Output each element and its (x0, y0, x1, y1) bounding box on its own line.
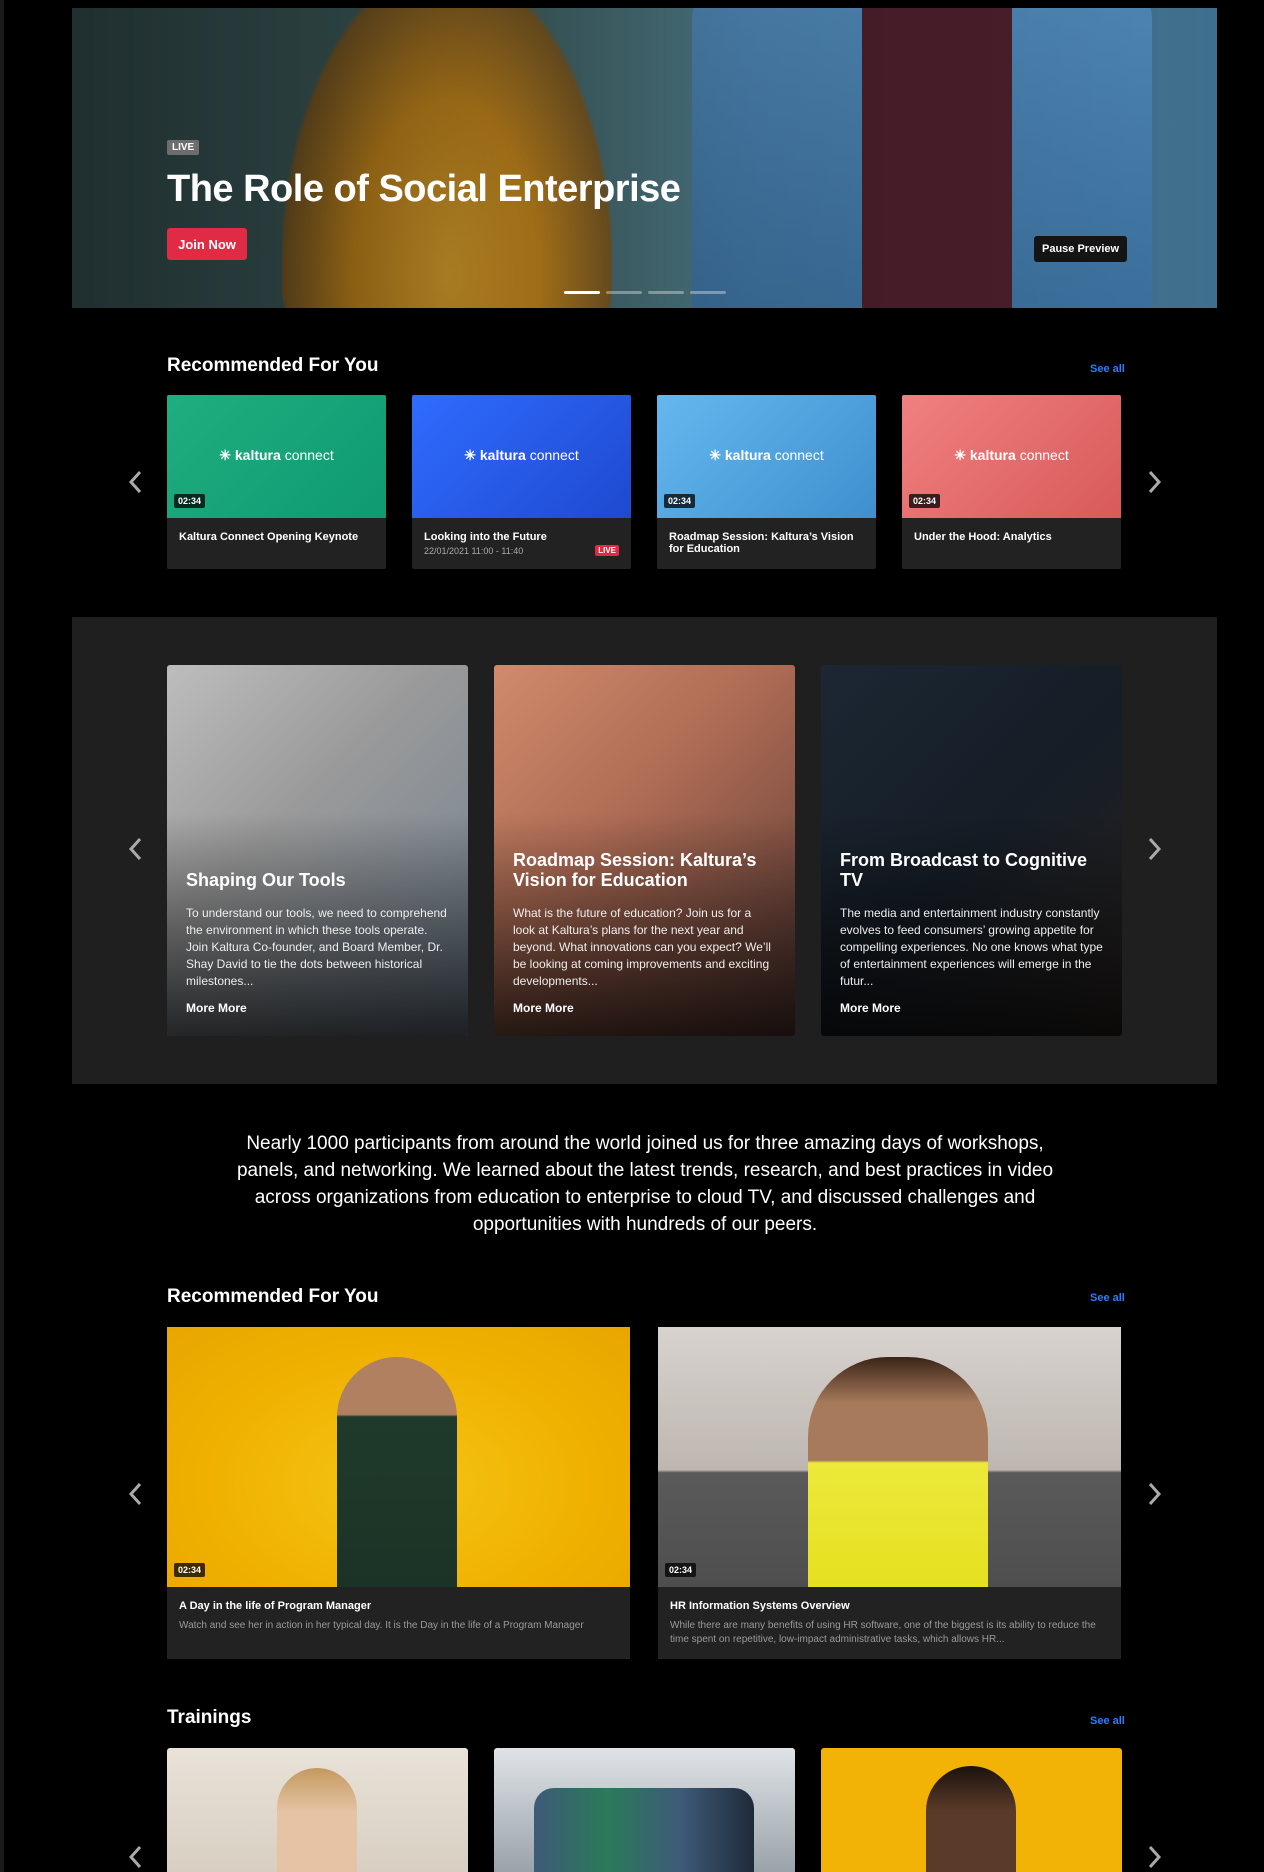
video-title: Roadmap Session: Kaltura’s Vision for Ed… (669, 531, 854, 555)
duration-badge: 02:34 (909, 494, 941, 508)
event-summary-text: Nearly 1000 participants from around the… (236, 1133, 1054, 1235)
chevron-left-icon (128, 470, 142, 494)
featured-prev-button[interactable] (122, 835, 150, 863)
training-card[interactable] (821, 1748, 1122, 1872)
section-title-recommended: Recommended For You (167, 355, 379, 376)
video-card[interactable]: ✳ kaltura connect 02:34 Under the Hood: … (902, 395, 1121, 569)
featured-title: Roadmap Session: Kaltura’s Vision for Ed… (513, 850, 757, 890)
duration-badge: 02:34 (174, 494, 206, 508)
more-link[interactable]: More More (840, 1001, 901, 1015)
featured-title: Shaping Our Tools (186, 870, 346, 890)
kaltura-connect-logo: ✳ kaltura connect (709, 447, 824, 463)
chevron-left-icon (128, 1482, 142, 1506)
see-all-link[interactable]: See all (1090, 1292, 1125, 1304)
event-date: 22/01/2021 11:00 - 11:40 (424, 546, 524, 556)
page-edge (0, 0, 4, 1872)
featured-next-button[interactable] (1140, 835, 1168, 863)
carousel-next-button[interactable] (1140, 1843, 1168, 1871)
featured-description: What is the future of education? Join us… (513, 906, 771, 988)
carousel-prev-button[interactable] (122, 1843, 150, 1871)
video-thumbnail (658, 1327, 1121, 1587)
training-thumbnail (277, 1768, 357, 1872)
more-link[interactable]: More More (513, 1001, 574, 1015)
featured-card[interactable]: Shaping Our Tools To understand our tool… (167, 665, 468, 1036)
see-all-link[interactable]: See all (1090, 363, 1125, 375)
featured-card[interactable]: Roadmap Session: Kaltura’s Vision for Ed… (494, 665, 795, 1036)
video-card[interactable]: 02:34 A Day in the life of Program Manag… (167, 1327, 630, 1659)
hero-dot[interactable] (564, 291, 600, 294)
carousel-next-button[interactable] (1140, 468, 1168, 496)
video-card[interactable]: ✳ kaltura connect 02:34 Kaltura Connect … (167, 395, 386, 569)
training-thumbnail (534, 1788, 754, 1872)
see-all-link[interactable]: See all (1090, 1715, 1125, 1727)
carousel-next-button[interactable] (1140, 1480, 1168, 1508)
hero-dot[interactable] (690, 291, 726, 294)
live-badge: LIVE (167, 140, 200, 155)
training-thumbnail (926, 1766, 1016, 1872)
featured-description: The media and entertainment industry con… (840, 906, 1103, 988)
featured-description: To understand our tools, we need to comp… (186, 906, 447, 988)
video-description: While there are many benefits of using H… (670, 1620, 1096, 1645)
chevron-right-icon (1148, 1482, 1162, 1506)
chevron-right-icon (1148, 1845, 1162, 1869)
hero-dot[interactable] (606, 291, 642, 294)
hero-dot[interactable] (648, 291, 684, 294)
kaltura-connect-logo: ✳ kaltura connect (954, 447, 1069, 463)
carousel-prev-button[interactable] (122, 1480, 150, 1508)
video-title: Under the Hood: Analytics (914, 531, 1052, 543)
video-card[interactable]: ✳ kaltura connect 02:34 Roadmap Session:… (657, 395, 876, 569)
duration-badge: 02:34 (664, 494, 696, 508)
join-now-button[interactable]: Join Now (167, 228, 247, 260)
video-title: Looking into the Future (424, 531, 547, 543)
chevron-left-icon (128, 1845, 142, 1869)
live-badge: LIVE (595, 545, 619, 556)
video-card[interactable]: ✳ kaltura connect Looking into the Futur… (412, 395, 631, 569)
video-title: HR Information Systems Overview (670, 1600, 850, 1612)
pause-preview-button[interactable]: Pause Preview (1034, 236, 1128, 262)
carousel-prev-button[interactable] (122, 468, 150, 496)
training-card[interactable] (494, 1748, 795, 1872)
video-description: Watch and see her in action in her typic… (179, 1620, 584, 1631)
hero-title: The Role of Social Enterprise (167, 168, 681, 210)
chevron-left-icon (128, 837, 142, 861)
training-card[interactable] (167, 1748, 468, 1872)
hero-pagination (564, 291, 726, 294)
video-title: A Day in the life of Program Manager (179, 1600, 372, 1612)
featured-card[interactable]: From Broadcast to Cognitive TV The media… (821, 665, 1122, 1036)
chevron-right-icon (1148, 470, 1162, 494)
kaltura-connect-logo: ✳ kaltura connect (219, 447, 334, 463)
chevron-right-icon (1148, 837, 1162, 861)
section-title-recommended: Recommended For You (167, 1286, 379, 1307)
video-title: Kaltura Connect Opening Keynote (179, 531, 359, 543)
video-card[interactable]: 02:34 HR Information Systems Overview Wh… (658, 1327, 1121, 1659)
kaltura-connect-logo: ✳ kaltura connect (464, 447, 579, 463)
hero-banner[interactable]: LIVE The Role of Social Enterprise Join … (72, 8, 1217, 308)
section-title-trainings: Trainings (167, 1707, 252, 1728)
duration-badge: 02:34 (174, 1563, 206, 1577)
duration-badge: 02:34 (665, 1563, 697, 1577)
video-thumbnail (167, 1327, 630, 1587)
featured-title: From Broadcast to Cognitive TV (840, 850, 1088, 890)
more-link[interactable]: More More (186, 1001, 247, 1015)
